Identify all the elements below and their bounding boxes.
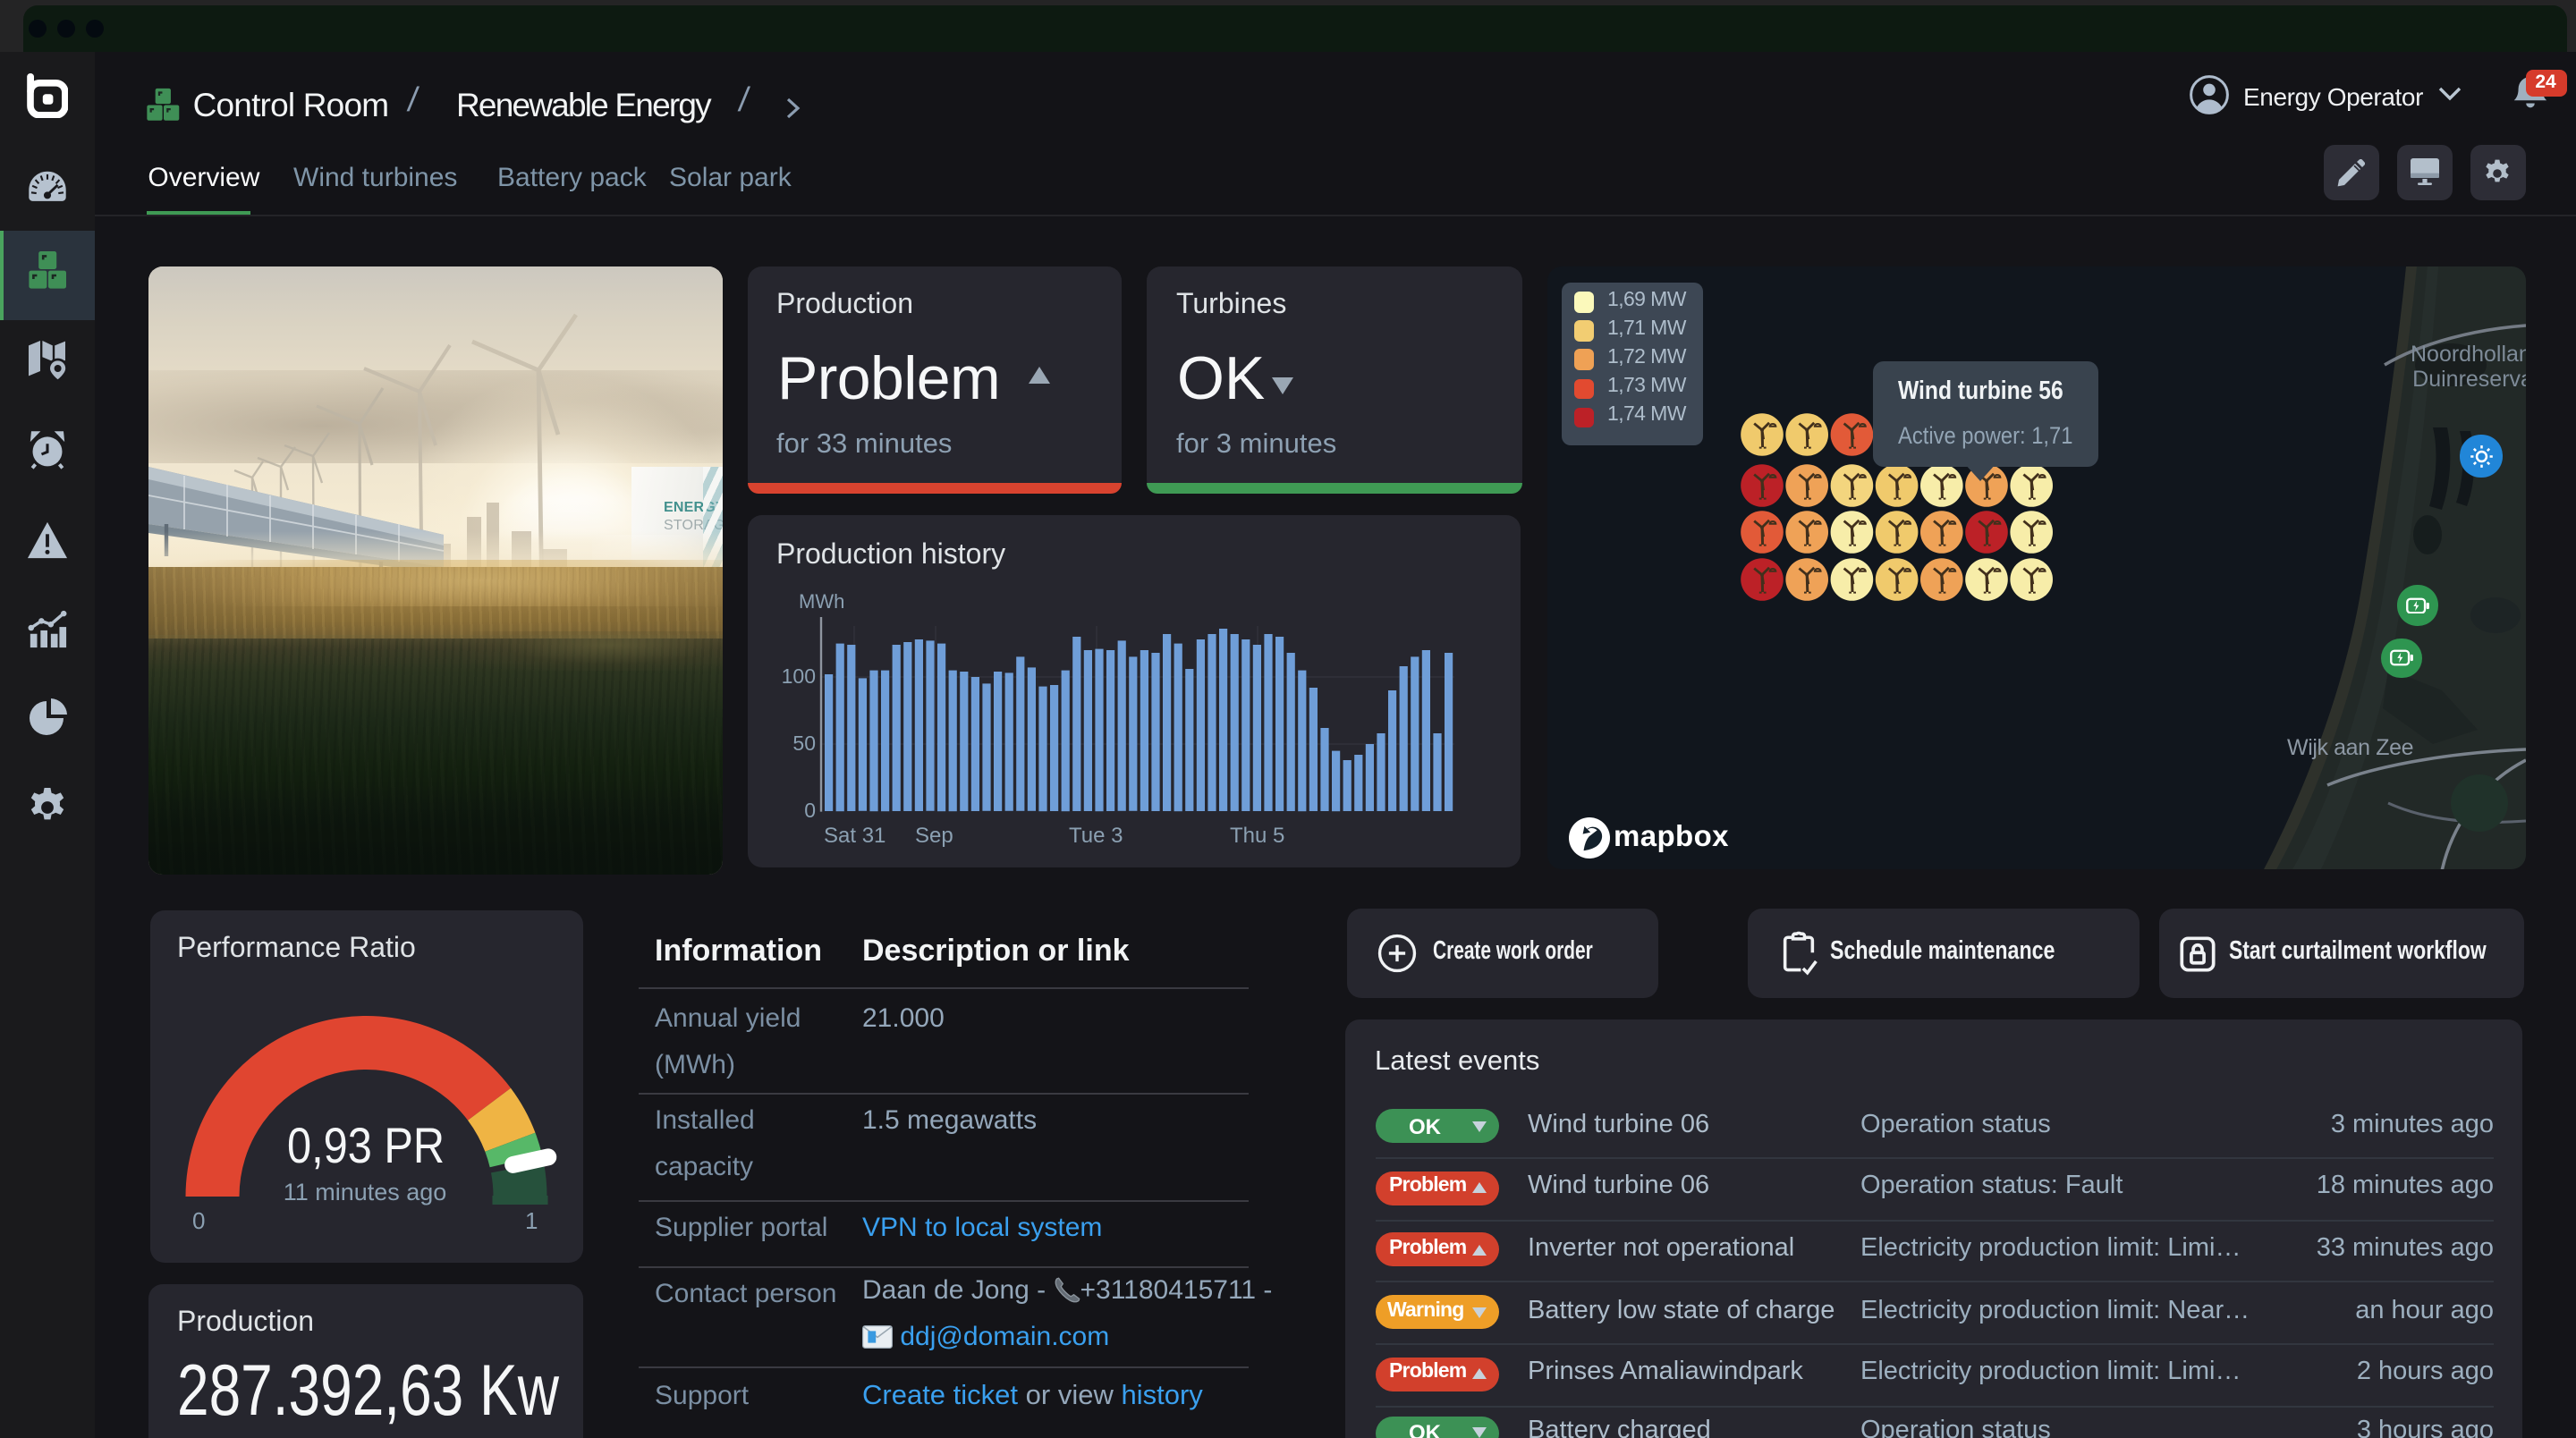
svg-text:0: 0 [803,799,815,822]
svg-text:100: 100 [781,664,815,688]
svg-text:50: 50 [792,732,815,755]
